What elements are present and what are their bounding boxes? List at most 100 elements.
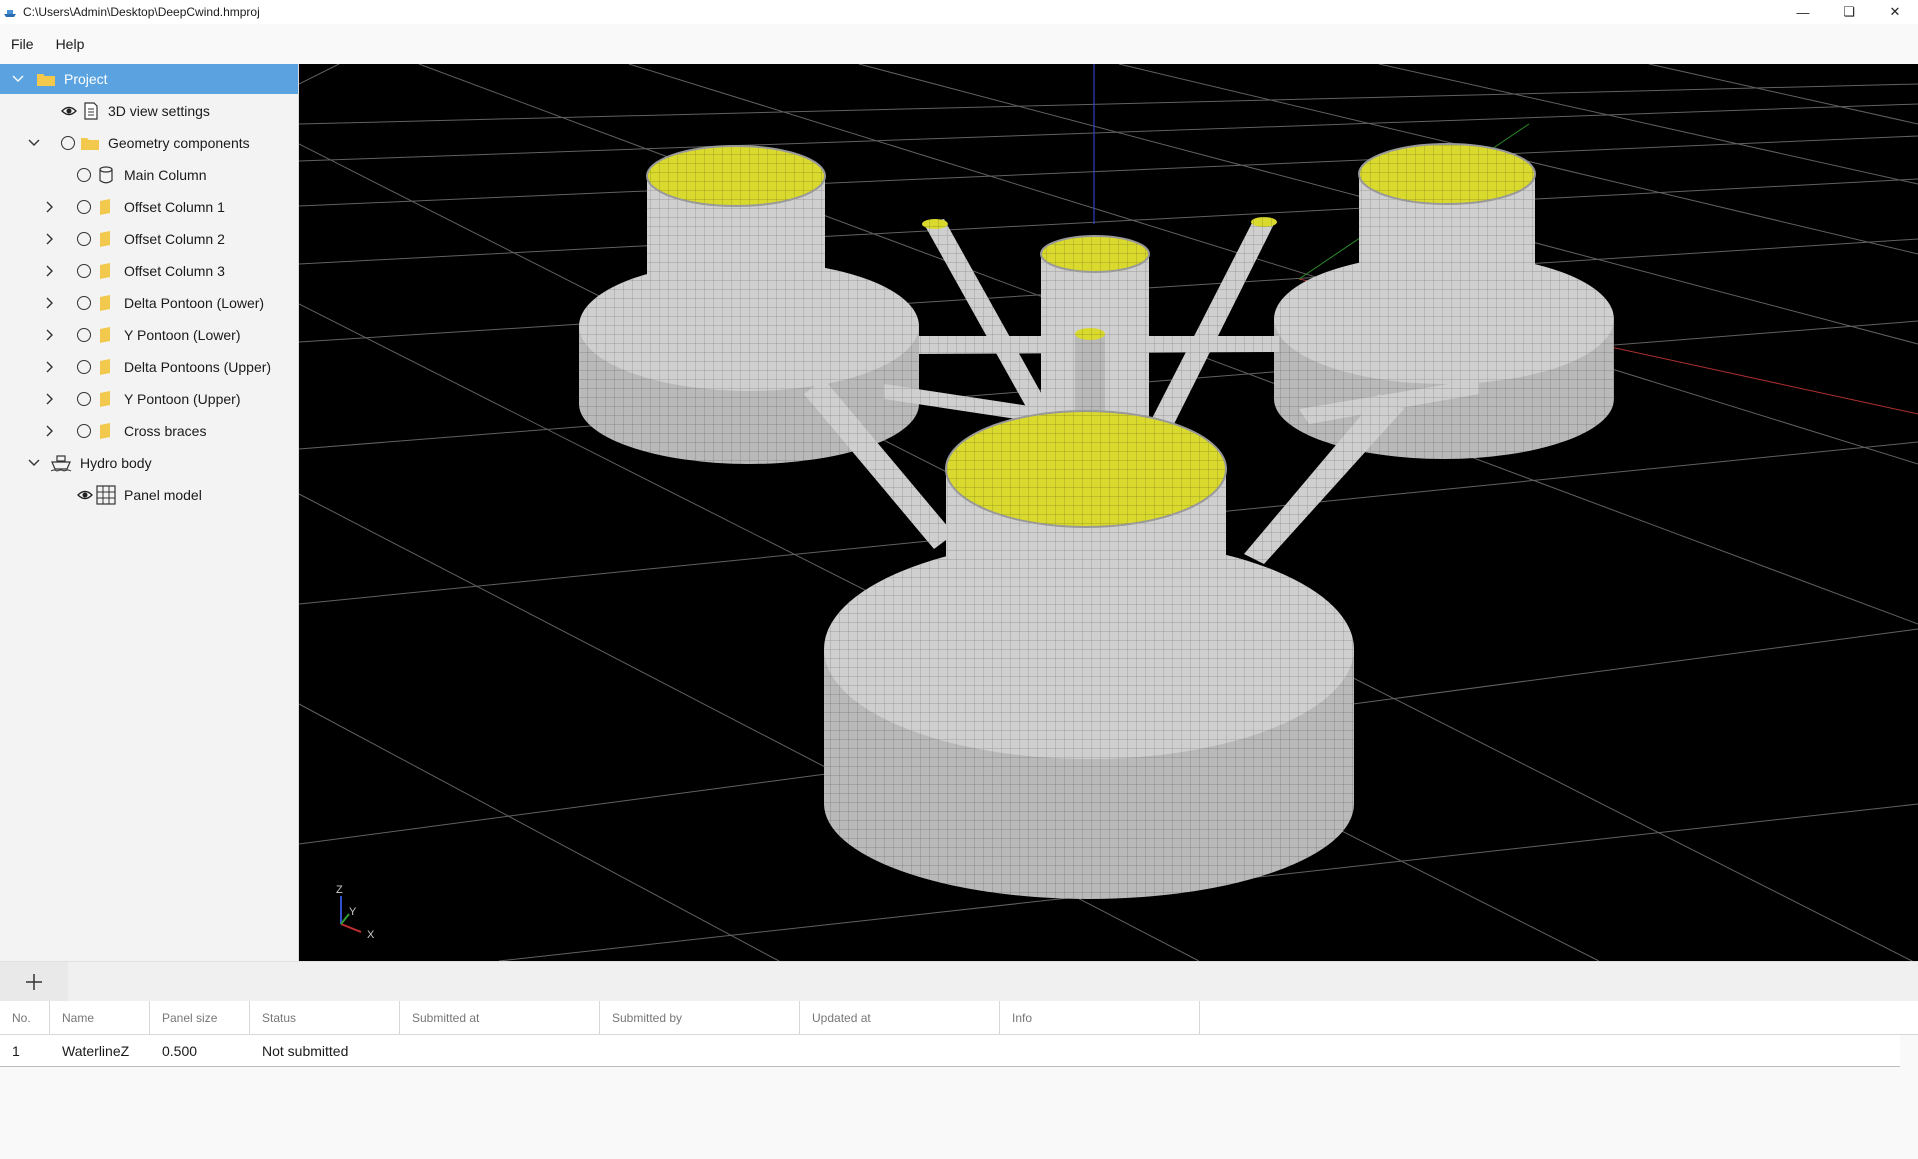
- col-header-info[interactable]: Info: [1000, 1001, 1200, 1035]
- mesh-scene: Z Y X: [299, 64, 1918, 961]
- chevron-right-icon[interactable]: [42, 295, 58, 311]
- visibility-radio[interactable]: [61, 136, 75, 150]
- tree-item-label: Y Pontoon (Lower): [124, 327, 241, 343]
- eye-icon[interactable]: [77, 487, 93, 503]
- project-tree: Project 3D view settings Geometry compon…: [0, 64, 299, 961]
- folder-icon: [100, 295, 110, 311]
- visibility-radio[interactable]: [77, 168, 91, 182]
- chevron-right-icon[interactable]: [42, 391, 58, 407]
- folder-icon: [100, 231, 110, 247]
- document-icon: [84, 102, 98, 120]
- eye-icon[interactable]: [61, 103, 77, 119]
- bottom-panel: No. Name Panel size Status Submitted at …: [0, 961, 1918, 1159]
- chevron-down-icon[interactable]: [26, 135, 42, 151]
- axis-x-label: X: [367, 929, 375, 941]
- offset-column-1: [579, 145, 919, 464]
- visibility-radio[interactable]: [77, 328, 91, 342]
- tree-item-offset-column-2[interactable]: Offset Column 2: [0, 224, 298, 254]
- folder-icon: [37, 74, 55, 86]
- tree-item-label: Y Pontoon (Upper): [124, 391, 241, 407]
- cell-name: WaterlineZ: [62, 1043, 130, 1059]
- grid-icon: [96, 485, 116, 505]
- folder-icon: [100, 327, 110, 343]
- cell-no: 1: [12, 1043, 20, 1059]
- title-bar: C:\Users\Admin\Desktop\DeepCwind.hmproj …: [0, 0, 1918, 24]
- menu-file[interactable]: File: [0, 32, 45, 56]
- plus-icon: [26, 974, 42, 990]
- col-header-status[interactable]: Status: [250, 1001, 400, 1035]
- chevron-down-icon[interactable]: [10, 71, 26, 87]
- tree-item-geometry-components[interactable]: Geometry components: [0, 128, 298, 158]
- bottom-toolbar: [0, 961, 1918, 1002]
- chevron-right-icon[interactable]: [42, 263, 58, 279]
- tree-item-delta-pontoon-lower[interactable]: Delta Pontoon (Lower): [0, 288, 298, 318]
- col-header-updated-at[interactable]: Updated at: [800, 1001, 1000, 1035]
- folder-icon: [100, 199, 110, 215]
- tree-item-y-pontoon-upper[interactable]: Y Pontoon (Upper): [0, 384, 298, 414]
- visibility-radio[interactable]: [77, 200, 91, 214]
- cell-status: Not submitted: [262, 1043, 349, 1059]
- close-icon[interactable]: ✕: [1872, 0, 1918, 24]
- tree-item-label: Offset Column 2: [124, 231, 225, 247]
- tree-item-label: Delta Pontoons (Upper): [124, 359, 272, 375]
- chevron-down-icon[interactable]: [26, 455, 42, 471]
- chevron-right-icon[interactable]: [42, 231, 58, 247]
- tree-item-label: Geometry components: [108, 135, 250, 151]
- folder-icon: [100, 423, 110, 439]
- tree-item-offset-column-1[interactable]: Offset Column 1: [0, 192, 298, 222]
- tree-item-main-column[interactable]: Main Column: [0, 160, 298, 190]
- axis-triad: Z Y X: [336, 884, 375, 941]
- folder-icon: [81, 138, 99, 150]
- ship-icon: [4, 10, 16, 17]
- tree-item-project[interactable]: Project: [0, 64, 298, 94]
- visibility-radio[interactable]: [77, 296, 91, 310]
- tree-item-label: Main Column: [124, 167, 207, 183]
- 3d-viewport[interactable]: Z Y X: [299, 64, 1918, 961]
- col-header-submitted-at[interactable]: Submitted at: [400, 1001, 600, 1035]
- col-header-submitted-by[interactable]: Submitted by: [600, 1001, 800, 1035]
- chevron-right-icon[interactable]: [42, 423, 58, 439]
- tree-item-y-pontoon-lower[interactable]: Y Pontoon (Lower): [0, 320, 298, 350]
- chevron-right-icon[interactable]: [42, 359, 58, 375]
- folder-icon: [100, 359, 110, 375]
- tree-item-label: Offset Column 3: [124, 263, 225, 279]
- chevron-right-icon[interactable]: [42, 327, 58, 343]
- restore-icon[interactable]: ❏: [1826, 0, 1872, 24]
- folder-icon: [100, 391, 110, 407]
- tree-item-hydro-body[interactable]: Hydro body: [0, 448, 298, 478]
- table-header: No. Name Panel size Status Submitted at …: [0, 1001, 1918, 1035]
- visibility-radio[interactable]: [77, 392, 91, 406]
- visibility-radio[interactable]: [77, 360, 91, 374]
- menu-help[interactable]: Help: [45, 32, 96, 56]
- cell-panel-size: 0.500: [162, 1043, 198, 1059]
- tree-item-label: Hydro body: [80, 455, 152, 471]
- tree-item-cross-braces[interactable]: Cross braces: [0, 416, 298, 446]
- tree-item-delta-pontoons-upper[interactable]: Delta Pontoons (Upper): [0, 352, 298, 382]
- visibility-radio[interactable]: [77, 232, 91, 246]
- tree-item-label: Project: [64, 71, 108, 87]
- axis-y-label: Y: [349, 906, 357, 918]
- tree-item-label: Panel model: [124, 487, 202, 503]
- visibility-radio[interactable]: [77, 264, 91, 278]
- tree-item-panel-model[interactable]: Panel model: [0, 480, 298, 510]
- tree-item-label: Delta Pontoon (Lower): [124, 295, 265, 311]
- tree-item-label: Cross braces: [124, 423, 207, 439]
- col-header-name[interactable]: Name: [50, 1001, 150, 1035]
- tree-item-label: Offset Column 1: [124, 199, 225, 215]
- visibility-radio[interactable]: [77, 424, 91, 438]
- ship-icon: [50, 455, 72, 472]
- table-row[interactable]: 1 WaterlineZ 0.500 Not submitted: [0, 1035, 1900, 1067]
- cylinder-icon: [99, 166, 113, 184]
- minimize-icon[interactable]: —: [1780, 0, 1826, 24]
- axis-z-label: Z: [336, 884, 343, 896]
- window-title: C:\Users\Admin\Desktop\DeepCwind.hmproj: [23, 5, 260, 19]
- menu-bar: File Help: [0, 32, 95, 56]
- tree-item-label: 3D view settings: [108, 103, 210, 119]
- add-button[interactable]: [0, 962, 68, 1002]
- col-header-panel-size[interactable]: Panel size: [150, 1001, 250, 1035]
- folder-icon: [100, 263, 110, 279]
- chevron-right-icon[interactable]: [42, 199, 58, 215]
- tree-item-3d-view-settings[interactable]: 3D view settings: [0, 96, 298, 126]
- col-header-no[interactable]: No.: [0, 1001, 50, 1035]
- tree-item-offset-column-3[interactable]: Offset Column 3: [0, 256, 298, 286]
